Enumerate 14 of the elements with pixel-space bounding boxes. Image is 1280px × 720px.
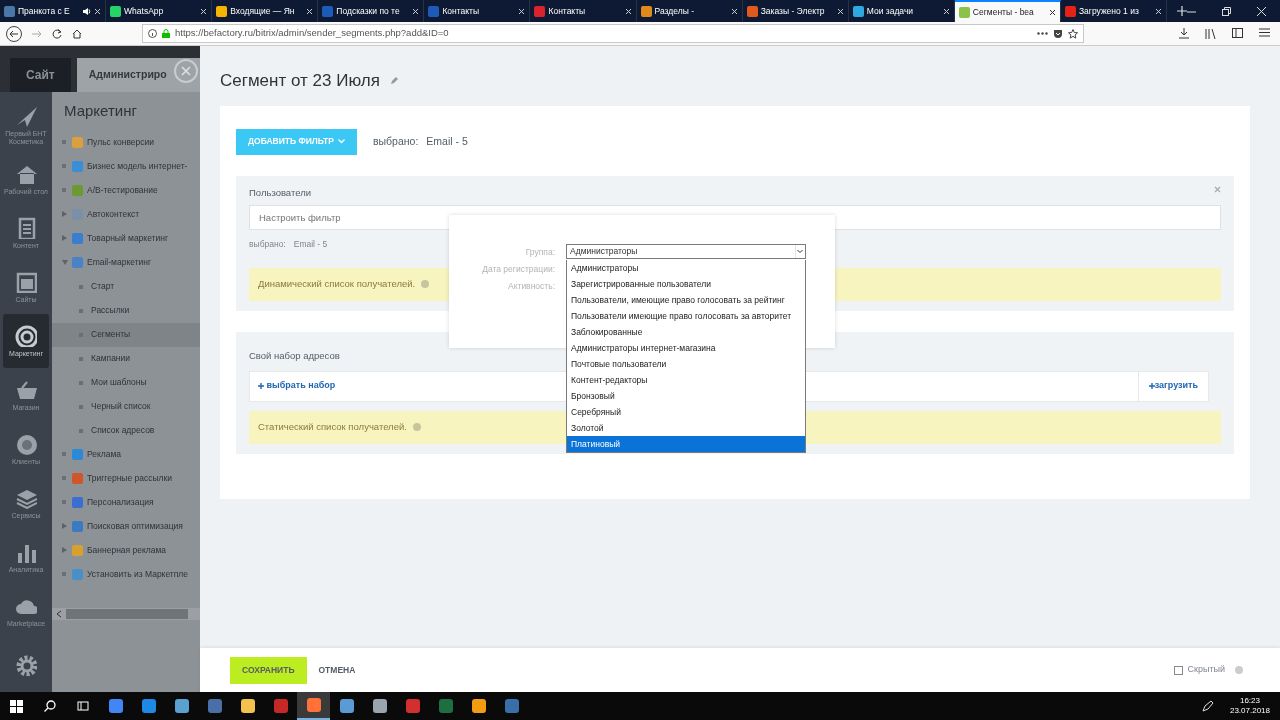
selected-value: Email - 5 [293, 237, 328, 251]
field-label: Активность: [508, 280, 555, 293]
selected-value: Email - 5 [426, 133, 468, 149]
note-text: Статический список получателей. [258, 419, 407, 434]
section-title: Свой набор адресов [249, 348, 340, 363]
selected-label: выбрано: [372, 133, 419, 149]
selected-label: выбрано: [249, 237, 286, 251]
field-label: Дата регистрации: [482, 263, 555, 276]
page-title: Сегмент от 23 Июля [220, 70, 380, 92]
section-title: Пользователи [249, 185, 311, 200]
field-label: Группа: [525, 246, 555, 259]
menu-title: Маркетинг [63, 101, 138, 121]
note-text: Динамический список получателей. [258, 276, 416, 291]
checkbox-label: Скрытый [1187, 663, 1225, 677]
